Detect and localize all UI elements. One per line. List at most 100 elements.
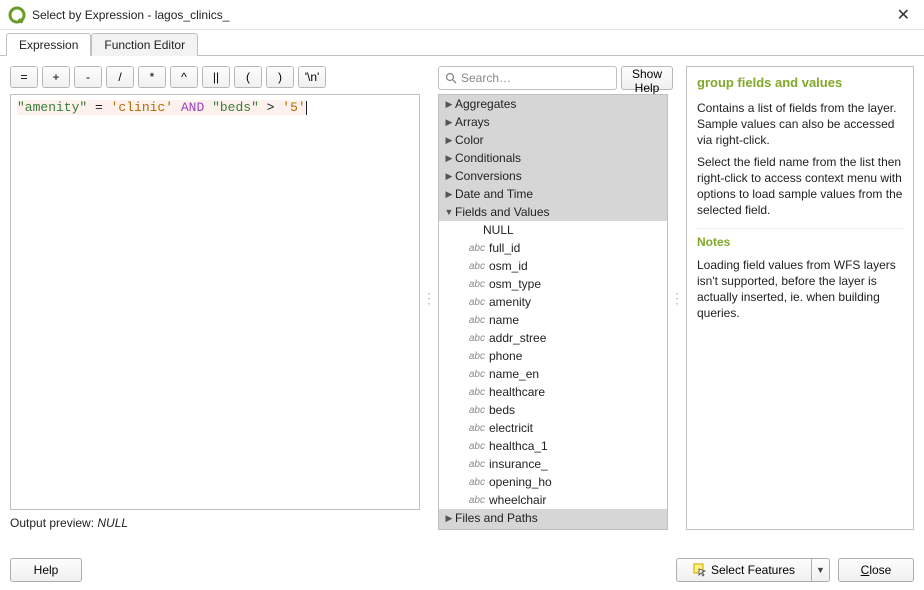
chevron-down-icon: ▼ — [443, 207, 455, 217]
op-rparen[interactable]: ) — [266, 66, 294, 88]
splitter-right[interactable]: ⋮ — [674, 66, 680, 530]
text-cursor — [306, 101, 307, 115]
splitter-left[interactable]: ⋮ — [426, 66, 432, 530]
select-features-split-button: Select Features ▼ — [676, 558, 830, 582]
select-features-dropdown[interactable]: ▼ — [812, 558, 830, 582]
tab-expression[interactable]: Expression — [6, 33, 91, 56]
tree-field-item[interactable]: abcname_en — [439, 365, 667, 383]
tree-field-item[interactable]: abcbeds — [439, 401, 667, 419]
search-input[interactable] — [461, 71, 616, 85]
titlebar: Select by Expression - lagos_clinics_ ✕ — [0, 0, 924, 30]
tree-label: Color — [455, 133, 484, 147]
tree-label: name_en — [489, 367, 539, 381]
tree-null-item[interactable]: NULL — [439, 221, 667, 239]
select-features-icon — [693, 563, 707, 577]
chevron-right-icon: ▶ — [443, 513, 455, 524]
tree-group[interactable]: ▼Fields and Values — [439, 203, 667, 221]
tree-group[interactable]: ▶Color — [439, 131, 667, 149]
field-type-abc: abc — [467, 495, 489, 506]
field-type-abc: abc — [467, 279, 489, 290]
tree-field-item[interactable]: abcelectricit — [439, 419, 667, 437]
tree-field-item[interactable]: abcphone — [439, 347, 667, 365]
tree-label: insurance_ — [489, 457, 548, 471]
field-type-abc: abc — [467, 297, 489, 308]
preview-value: NULL — [97, 516, 128, 530]
chevron-right-icon: ▶ — [443, 135, 455, 146]
tree-label: electricit — [489, 421, 533, 435]
operator-toolbar: = + - / * ^ || ( ) '\n' — [10, 66, 420, 88]
tree-field-item[interactable]: abcinsurance_ — [439, 455, 667, 473]
tree-label: addr_stree — [489, 331, 546, 345]
function-tree[interactable]: ▶Aggregates▶Arrays▶Color▶Conditionals▶Co… — [438, 94, 668, 530]
search-field-wrap[interactable] — [438, 66, 617, 90]
tree-field-item[interactable]: abcamenity — [439, 293, 667, 311]
tree-field-item[interactable]: abcname — [439, 311, 667, 329]
chevron-right-icon: ▶ — [443, 117, 455, 128]
select-features-label: Select Features — [711, 563, 795, 577]
op-caret[interactable]: ^ — [170, 66, 198, 88]
field-type-abc: abc — [467, 477, 489, 488]
expr-token: "amenity" — [17, 100, 87, 115]
tree-label: osm_id — [489, 259, 528, 273]
tree-field-item[interactable]: abcaddr_stree — [439, 329, 667, 347]
tree-field-item[interactable]: abcosm_type — [439, 275, 667, 293]
tree-label: amenity — [489, 295, 531, 309]
op-divide[interactable]: / — [106, 66, 134, 88]
window-title: Select by Expression - lagos_clinics_ — [32, 8, 229, 22]
tree-group[interactable]: ▶Date and Time — [439, 185, 667, 203]
tree-group[interactable]: ▶Conversions — [439, 167, 667, 185]
op-lparen[interactable]: ( — [234, 66, 262, 88]
window-close-button[interactable]: ✕ — [891, 3, 916, 27]
tree-label: opening_ho — [489, 475, 552, 489]
chevron-right-icon: ▶ — [443, 171, 455, 182]
tree-group[interactable]: ▶Conditionals — [439, 149, 667, 167]
main-area: = + - / * ^ || ( ) '\n' "amenity" = 'cli… — [0, 56, 924, 534]
select-features-button[interactable]: Select Features — [676, 558, 812, 582]
close-button[interactable]: Close — [838, 558, 914, 582]
field-type-abc: abc — [467, 387, 489, 398]
op-concat[interactable]: || — [202, 66, 230, 88]
op-equals[interactable]: = — [10, 66, 38, 88]
tree-label: Fuzzy Matching — [455, 529, 539, 530]
field-type-abc: abc — [467, 351, 489, 362]
preview-label: Output preview: — [10, 516, 97, 530]
chevron-right-icon: ▶ — [443, 189, 455, 200]
expr-token: > — [259, 100, 282, 115]
help-button[interactable]: Help — [10, 558, 82, 582]
tree-group[interactable]: ▶Aggregates — [439, 95, 667, 113]
tree-group[interactable]: ▶Arrays — [439, 113, 667, 131]
tree-field-item[interactable]: abcwheelchair — [439, 491, 667, 509]
tree-field-item[interactable]: abcopening_ho — [439, 473, 667, 491]
field-type-abc: abc — [467, 441, 489, 452]
expr-token: = — [87, 100, 110, 115]
help-notes: Loading field values from WFS layers isn… — [697, 257, 903, 321]
tree-field-item[interactable]: abcfull_id — [439, 239, 667, 257]
tabbar: Expression Function Editor — [0, 32, 924, 56]
tree-label: name — [489, 313, 519, 327]
tree-label: full_id — [489, 241, 520, 255]
tree-field-item[interactable]: abchealthca_1 — [439, 437, 667, 455]
tab-function-editor[interactable]: Function Editor — [91, 33, 198, 56]
tree-label: beds — [489, 403, 515, 417]
chevron-down-icon: ▼ — [816, 565, 825, 575]
tree-field-item[interactable]: abcosm_id — [439, 257, 667, 275]
output-preview: Output preview: NULL — [10, 516, 420, 530]
expression-editor[interactable]: "amenity" = 'clinic' AND "beds" > '5' — [10, 94, 420, 510]
tree-label: Conversions — [455, 169, 522, 183]
tree-group[interactable]: ▶Files and Paths — [439, 509, 667, 527]
help-notes-heading: Notes — [697, 228, 903, 249]
tree-label: Date and Time — [455, 187, 533, 201]
expr-token: "beds" — [212, 100, 259, 115]
op-multiply[interactable]: * — [138, 66, 166, 88]
tree-label: wheelchair — [489, 493, 546, 507]
help-paragraph: Contains a list of fields from the layer… — [697, 100, 903, 148]
tree-group[interactable]: ▶Fuzzy Matching — [439, 527, 667, 530]
field-type-abc: abc — [467, 261, 489, 272]
tree-label: Conditionals — [455, 151, 521, 165]
show-help-button[interactable]: Show Help — [621, 66, 673, 90]
op-plus[interactable]: + — [42, 66, 70, 88]
tree-field-item[interactable]: abchealthcare — [439, 383, 667, 401]
tree-label: healthcare — [489, 385, 545, 399]
op-newline[interactable]: '\n' — [298, 66, 326, 88]
op-minus[interactable]: - — [74, 66, 102, 88]
